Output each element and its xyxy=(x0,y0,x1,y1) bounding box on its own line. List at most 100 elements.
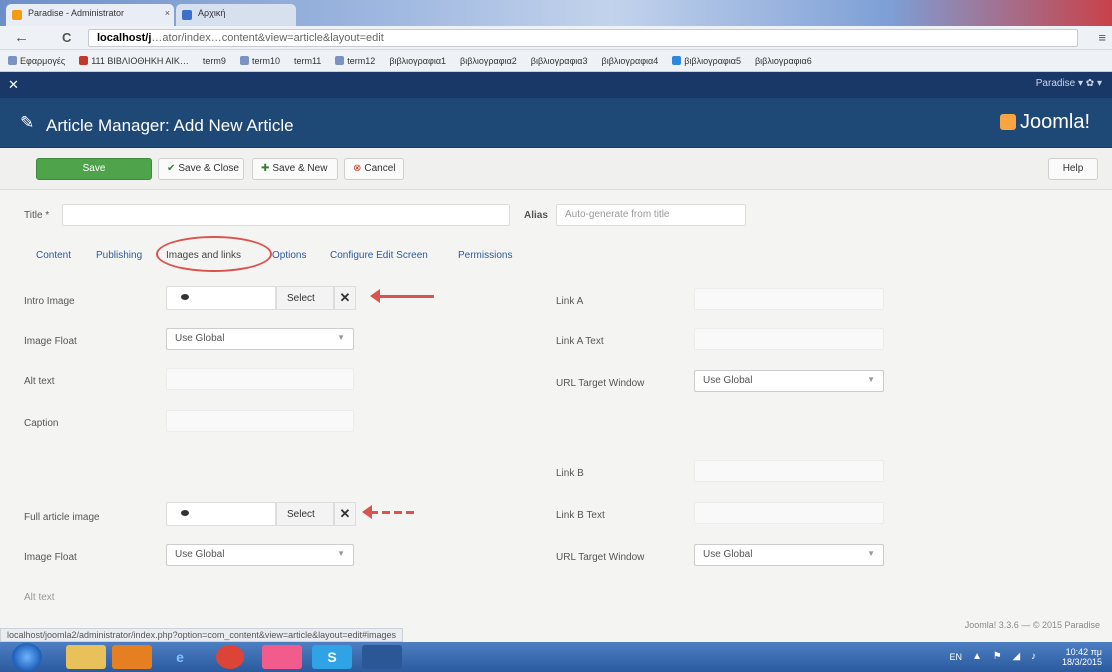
reload-button[interactable]: C xyxy=(62,30,71,45)
bookmark-icon xyxy=(335,56,345,65)
bookmark-bibliography6[interactable]: βιβλιογραφια6 xyxy=(755,56,812,66)
media-player-icon[interactable] xyxy=(112,645,152,669)
alias-label: Alias xyxy=(524,210,548,221)
back-button[interactable]: ← xyxy=(14,29,29,46)
eye-icon xyxy=(181,510,189,516)
file-explorer-icon[interactable] xyxy=(66,645,106,669)
link-a-text-input[interactable] xyxy=(694,328,884,350)
bookmark-icon xyxy=(239,56,249,65)
bookmark-bibliography1[interactable]: βιβλιογραφια1 xyxy=(389,56,446,66)
clock[interactable]: 10:42 πμ 18/3/2015 xyxy=(1062,647,1102,668)
browser-tab-home[interactable]: Αρχική xyxy=(176,4,296,26)
tab-content[interactable]: Content xyxy=(36,250,71,261)
help-button[interactable]: Help xyxy=(1048,158,1098,180)
intro-image-label: Intro Image xyxy=(24,296,75,307)
intro-image-preview[interactable] xyxy=(166,286,276,310)
save-button[interactable]: Save xyxy=(36,158,152,180)
intro-image-field: Select ✕ xyxy=(166,286,356,310)
tab-options[interactable]: Options xyxy=(272,250,306,261)
full-image-field: Select ✕ xyxy=(166,502,356,526)
intro-image-select-button[interactable]: Select xyxy=(276,286,334,310)
joomla-favicon-icon xyxy=(12,10,22,20)
word-icon[interactable] xyxy=(362,645,402,669)
system-tray-icons[interactable]: ▲ ⚑ ◢ ♪ xyxy=(972,651,1040,662)
bookmark-bibliography3[interactable]: βιβλιογραφια3 xyxy=(531,56,588,66)
address-bar-row: ← C localhost/j…ator/index…content&view=… xyxy=(0,26,1112,50)
bookmark-bibliography4[interactable]: βιβλιογραφια4 xyxy=(602,56,659,66)
joomla-brand-icon xyxy=(999,114,1016,130)
link-b-text-input[interactable] xyxy=(694,502,884,524)
internet-explorer-icon[interactable]: e xyxy=(160,645,200,669)
joomla-admin-nav: ✕ Paradise ▾ ✿ ▾ xyxy=(0,72,1112,98)
plus-icon: ✚ xyxy=(261,163,270,174)
url-target-window-select-2[interactable]: Use Global ▼ xyxy=(694,544,884,566)
bookmark-term9[interactable]: term9 xyxy=(203,56,226,66)
tab-configure-edit-screen[interactable]: Configure Edit Screen xyxy=(330,250,428,261)
alt-text-label-2: Alt text xyxy=(24,592,55,603)
tab-publishing[interactable]: Publishing xyxy=(96,250,142,261)
bookmark-term12[interactable]: term12 xyxy=(335,56,375,66)
save-close-button[interactable]: ✔ Save & Close xyxy=(158,158,244,180)
annotation-arrow-dashed xyxy=(362,505,416,519)
url-input[interactable]: localhost/j…ator/index…content&view=arti… xyxy=(88,29,1078,47)
alt-text-label: Alt text xyxy=(24,376,55,387)
bookmarks-bar: Εφαρμογές 111 ΒΙΒΛΙΟΘΗΚΗ ΑΙΚ… term9 term… xyxy=(0,50,1112,72)
status-url: localhost/joomla2/administrator/index.ph… xyxy=(0,628,403,642)
chevron-down-icon: ▼ xyxy=(867,549,875,558)
start-button[interactable] xyxy=(12,643,42,671)
title-input[interactable] xyxy=(62,204,510,226)
url-target-window-select[interactable]: Use Global ▼ xyxy=(694,370,884,392)
page-favicon-icon xyxy=(182,10,192,20)
skype-icon[interactable]: S xyxy=(312,645,352,669)
bookmark-library[interactable]: 111 ΒΙΒΛΙΟΘΗΚΗ ΑΙΚ… xyxy=(79,56,189,66)
bookmark-bibliography5[interactable]: βιβλιογραφια5 xyxy=(672,56,741,66)
title-label: Title * xyxy=(24,210,50,221)
bookmark-bibliography2[interactable]: βιβλιογραφια2 xyxy=(460,56,517,66)
image-float-select[interactable]: Use Global ▼ xyxy=(166,328,354,350)
link-b-text-label: Link B Text xyxy=(556,510,605,521)
full-image-preview[interactable] xyxy=(166,502,276,526)
link-b-input[interactable] xyxy=(694,460,884,482)
bookmark-icon xyxy=(79,56,89,65)
chevron-down-icon: ▼ xyxy=(867,375,875,384)
joomla-logo-icon[interactable]: ✕ xyxy=(8,77,19,93)
link-a-input[interactable] xyxy=(694,288,884,310)
chrome-icon[interactable] xyxy=(216,645,244,669)
footer-copyright: Joomla! 3.3.6 — © 2015 Paradise xyxy=(964,620,1100,630)
alt-text-input[interactable] xyxy=(166,368,354,390)
bookmark-term10[interactable]: term10 xyxy=(239,56,280,66)
intro-image-clear-button[interactable]: ✕ xyxy=(334,286,356,310)
url-target-window-label-2: URL Target Window xyxy=(556,552,645,563)
xampp-icon[interactable] xyxy=(262,645,302,669)
image-float-select-2[interactable]: Use Global ▼ xyxy=(166,544,354,566)
save-new-button[interactable]: ✚ Save & New xyxy=(252,158,338,180)
chevron-down-icon: ▼ xyxy=(337,549,345,558)
browser-menu-icon[interactable]: ≡ xyxy=(1098,30,1106,45)
cancel-button[interactable]: ⊗ Cancel xyxy=(344,158,404,180)
annotation-arrow xyxy=(370,289,434,303)
url-host: localhost/j xyxy=(97,32,152,44)
cancel-icon: ⊗ xyxy=(353,163,362,174)
browser-tab-strip: Paradise - Administrator × Αρχική xyxy=(0,0,1112,26)
close-icon: ✕ xyxy=(339,290,351,305)
full-article-image-label: Full article image xyxy=(24,512,100,523)
close-tab-icon[interactable]: × xyxy=(165,8,170,18)
user-menu[interactable]: Paradise ▾ ✿ ▾ xyxy=(1036,78,1102,89)
check-icon: ✔ xyxy=(167,163,176,174)
app-icon[interactable] xyxy=(412,645,452,669)
full-image-select-button[interactable]: Select xyxy=(276,502,334,526)
chevron-down-icon: ▼ xyxy=(337,333,345,342)
bookmark-term11[interactable]: term11 xyxy=(294,56,321,66)
caption-input[interactable] xyxy=(166,410,354,432)
full-image-clear-button[interactable]: ✕ xyxy=(334,502,356,526)
toolbar: Save ✔ Save & Close ✚ Save & New ⊗ Cancel H… xyxy=(0,148,1112,190)
tab-permissions[interactable]: Permissions xyxy=(458,250,512,261)
link-b-label: Link B xyxy=(556,468,584,479)
link-a-text-label: Link A Text xyxy=(556,336,604,347)
language-indicator[interactable]: EN xyxy=(949,652,962,662)
apps-icon xyxy=(8,56,17,65)
alias-input[interactable]: Auto-generate from title xyxy=(556,204,746,226)
bookmark-apps[interactable]: Εφαρμογές xyxy=(8,56,65,66)
annotation-circle xyxy=(156,236,272,272)
browser-tab-paradise[interactable]: Paradise - Administrator × xyxy=(6,4,174,26)
